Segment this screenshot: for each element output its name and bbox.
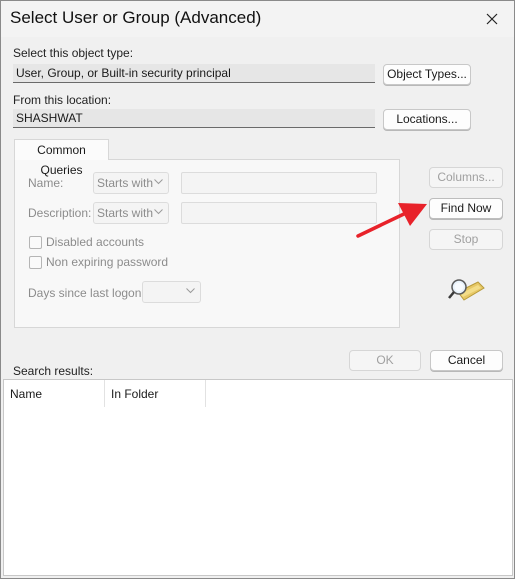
description-label: Description: [28,206,92,220]
object-type-field: User, Group, or Built-in security princi… [13,64,375,83]
location-field: SHASHWAT [13,109,375,128]
chevron-down-icon [154,179,163,185]
location-label: From this location: [13,93,112,107]
locations-button[interactable]: Locations... [383,109,471,130]
description-input[interactable] [181,202,377,224]
ok-button[interactable]: OK [349,350,421,371]
checkbox-box[interactable] [29,255,42,269]
name-mode-value: Starts with [97,176,154,190]
stop-button[interactable]: Stop [429,229,503,250]
non-expiring-password-label: Non expiring password [46,255,169,269]
column-header-in-folder[interactable]: In Folder [105,380,206,407]
checkbox-box[interactable] [29,235,42,249]
search-results-label: Search results: [13,364,94,378]
cancel-button[interactable]: Cancel [430,350,503,371]
window-title: Select User or Group (Advanced) [10,8,262,27]
column-header-name[interactable]: Name [4,380,105,407]
search-magnifier-icon [448,279,485,301]
description-mode-value: Starts with [97,206,154,220]
title-bar: Select User or Group (Advanced) [1,1,514,37]
search-results-list[interactable]: Name In Folder [3,379,513,576]
close-icon [486,13,498,25]
name-mode-select[interactable]: Starts with [93,172,169,194]
find-now-button[interactable]: Find Now [429,198,503,219]
name-input[interactable] [181,172,377,194]
chevron-down-icon [186,288,195,294]
non-expiring-password-checkbox[interactable]: Non expiring password [29,255,168,269]
object-type-label: Select this object type: [13,46,134,60]
tab-common-queries[interactable]: Common Queries [14,139,109,177]
select-user-or-group-dialog: Select User or Group (Advanced) Select t… [0,0,515,579]
close-button[interactable] [478,5,506,33]
disabled-accounts-label: Disabled accounts [46,235,145,249]
days-since-logon-label: Days since last logon: [28,286,145,300]
columns-button[interactable]: Columns... [429,167,503,188]
days-since-logon-select[interactable] [142,281,201,303]
object-types-button[interactable]: Object Types... [383,64,471,85]
description-mode-select[interactable]: Starts with [93,202,169,224]
chevron-down-icon [154,209,163,215]
annotation-arrow [356,203,427,238]
disabled-accounts-checkbox[interactable]: Disabled accounts [29,235,144,249]
